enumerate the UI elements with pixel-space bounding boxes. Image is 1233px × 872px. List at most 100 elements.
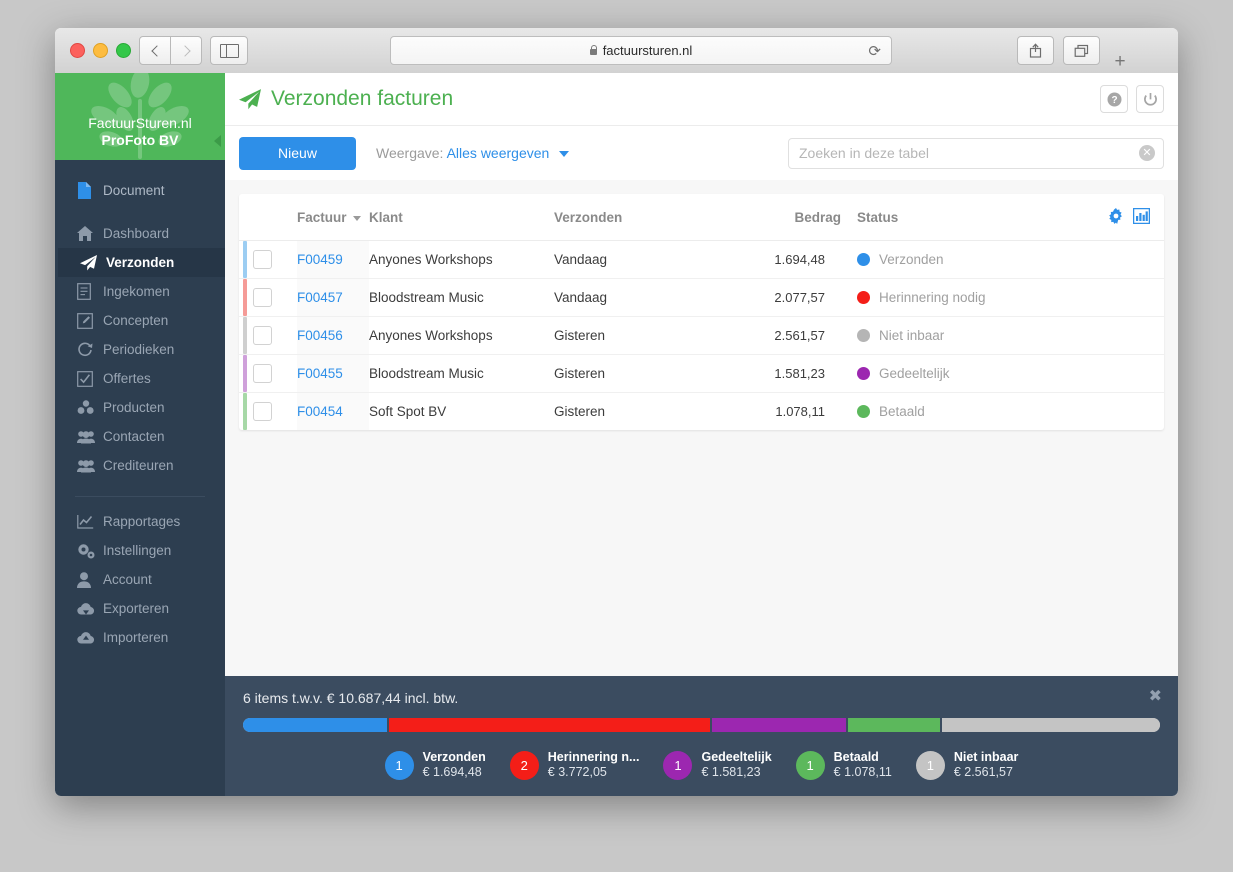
sidebar-toggle-button[interactable]: [210, 36, 248, 65]
bar-chart-icon[interactable]: [1133, 208, 1150, 224]
gears-icon: [77, 543, 103, 559]
reload-icon[interactable]: ⟳: [868, 42, 881, 60]
invoice-number-cell[interactable]: F00456: [297, 316, 369, 355]
table-row[interactable]: F00457 Bloodstream Music Vandaag 2.077,5…: [239, 278, 1164, 317]
sidebar-item-rapportages[interactable]: Rapportages: [55, 507, 225, 536]
chevron-down-icon: [559, 151, 570, 158]
invoice-number-cell[interactable]: F00454: [297, 392, 369, 430]
toolbar: Nieuw Weergave: Alles weergeven ✕: [225, 125, 1178, 180]
share-button[interactable]: [1017, 36, 1054, 65]
legend-amount: € 1.581,23: [701, 765, 761, 779]
invoice-number-link[interactable]: F00455: [297, 366, 343, 381]
sidebar-item-offertes[interactable]: Offertes: [55, 364, 225, 393]
back-button[interactable]: [139, 36, 171, 65]
invoice-number-link[interactable]: F00459: [297, 252, 343, 267]
sidebar-item-producten[interactable]: Producten: [55, 393, 225, 422]
select-all-header[interactable]: [253, 194, 297, 241]
legend-item-betaald[interactable]: 1 Betaald € 1.078,11: [795, 750, 892, 780]
row-checkbox[interactable]: [253, 326, 272, 345]
row-select-cell[interactable]: [253, 316, 297, 355]
column-header-bedrag[interactable]: Bedrag: [729, 194, 841, 241]
row-checkbox[interactable]: [253, 288, 272, 307]
legend-item-verzonden[interactable]: 1 Verzonden € 1.694,48: [384, 750, 486, 780]
legend-label: Verzonden: [422, 750, 486, 764]
row-select-cell[interactable]: [253, 278, 297, 317]
status-mark-cell: [239, 354, 253, 393]
collapse-arrow-icon[interactable]: [214, 135, 221, 147]
close-icon[interactable]: ✖: [1149, 689, 1162, 705]
row-select-cell[interactable]: [253, 393, 297, 431]
legend-amount: € 1.694,48: [422, 765, 482, 779]
table-row[interactable]: F00459 Anyones Workshops Vandaag 1.694,4…: [239, 240, 1164, 279]
row-select-cell[interactable]: [253, 240, 297, 279]
help-button[interactable]: ?: [1100, 85, 1128, 113]
invoice-number-link[interactable]: F00457: [297, 290, 343, 305]
legend-label: Gedeeltelijk: [701, 750, 772, 764]
column-header-verzonden[interactable]: Verzonden: [554, 194, 729, 241]
sent-cell: Vandaag: [554, 278, 729, 317]
sent-cell: Gisteren: [554, 354, 729, 393]
row-checkbox[interactable]: [253, 364, 272, 383]
table-row[interactable]: F00456 Anyones Workshops Gisteren 2.561,…: [239, 316, 1164, 355]
logout-button[interactable]: [1136, 85, 1164, 113]
search-input[interactable]: [788, 137, 1164, 169]
paper-plane-icon: [239, 88, 261, 109]
legend-item-niet-inbaar[interactable]: 1 Niet inbaar € 2.561,57: [915, 750, 1018, 780]
sidebar-item-dashboard[interactable]: Dashboard: [55, 219, 225, 248]
sidebar-item-account[interactable]: Account: [55, 565, 225, 594]
column-header-status[interactable]: Status: [841, 194, 1078, 241]
legend-count-badge: 1: [915, 750, 945, 780]
gear-icon[interactable]: [1108, 208, 1124, 224]
sidebar-item-ingekomen[interactable]: Ingekomen: [55, 277, 225, 306]
show-tabs-button[interactable]: [1063, 36, 1100, 65]
cloud-download-icon: [77, 602, 103, 616]
svg-text:?: ?: [1111, 95, 1117, 106]
sidebar-logo[interactable]: FactuurSturen.nl ProFoto BV: [55, 73, 225, 160]
row-status-mark: [243, 355, 247, 392]
row-checkbox[interactable]: [253, 250, 272, 269]
document-icon: [77, 182, 103, 199]
row-checkbox[interactable]: [253, 402, 272, 421]
new-tab-button[interactable]: +: [1100, 50, 1140, 74]
sidebar-item-periodieken[interactable]: Periodieken: [55, 335, 225, 364]
sidebar-item-importeren[interactable]: Importeren: [55, 623, 225, 652]
sidebar-item-instellingen[interactable]: Instellingen: [55, 536, 225, 565]
new-invoice-button[interactable]: Nieuw: [239, 136, 356, 170]
invoice-number-link[interactable]: F00454: [297, 404, 343, 419]
clear-icon[interactable]: ✕: [1139, 144, 1155, 161]
sort-desc-icon: [352, 215, 361, 221]
minimize-window-button[interactable]: [93, 43, 108, 58]
column-header-klant[interactable]: Klant: [369, 194, 554, 241]
sidebar-item-label: Account: [103, 572, 152, 587]
view-selector[interactable]: Weergave: Alles weergeven: [376, 145, 570, 161]
table-body: F00459 Anyones Workshops Vandaag 1.694,4…: [239, 240, 1164, 431]
legend-item-herinnering[interactable]: 2 Herinnering n... € 3.772,05: [509, 750, 639, 780]
window-controls: [70, 43, 131, 58]
column-header-factuur[interactable]: Factuur: [297, 194, 369, 241]
status-label: Betaald: [879, 404, 925, 419]
address-bar[interactable]: factuursturen.nl ⟳: [390, 36, 892, 65]
invoice-number-link[interactable]: F00456: [297, 328, 343, 343]
sidebar-item-document[interactable]: Document: [55, 176, 225, 205]
legend-item-gedeeltelijk[interactable]: 1 Gedeeltelijk € 1.581,23: [663, 750, 772, 780]
status-mark-cell: [239, 240, 253, 279]
column-label: Verzonden: [554, 210, 623, 225]
sidebar-item-crediteuren[interactable]: Crediteuren: [55, 451, 225, 480]
forward-chevron-icon: [178, 44, 191, 57]
url-text: factuursturen.nl: [602, 43, 693, 58]
invoice-number-cell[interactable]: F00455: [297, 354, 369, 393]
forward-button[interactable]: [171, 36, 202, 65]
company-name: ProFoto BV: [101, 132, 179, 148]
table-row[interactable]: F00454 Soft Spot BV Gisteren 1.078,11 Be…: [239, 392, 1164, 431]
status-progress-bar: [243, 718, 1160, 732]
invoice-number-cell[interactable]: F00457: [297, 278, 369, 317]
invoice-number-cell[interactable]: F00459: [297, 240, 369, 279]
close-window-button[interactable]: [70, 43, 85, 58]
sidebar-item-concepten[interactable]: Concepten: [55, 306, 225, 335]
row-select-cell[interactable]: [253, 354, 297, 393]
sidebar-item-verzonden[interactable]: Verzonden: [55, 248, 225, 277]
table-row[interactable]: F00455 Bloodstream Music Gisteren 1.581,…: [239, 354, 1164, 393]
sidebar-item-exporteren[interactable]: Exporteren: [55, 594, 225, 623]
sidebar-item-contacten[interactable]: Contacten: [55, 422, 225, 451]
maximize-window-button[interactable]: [116, 43, 131, 58]
